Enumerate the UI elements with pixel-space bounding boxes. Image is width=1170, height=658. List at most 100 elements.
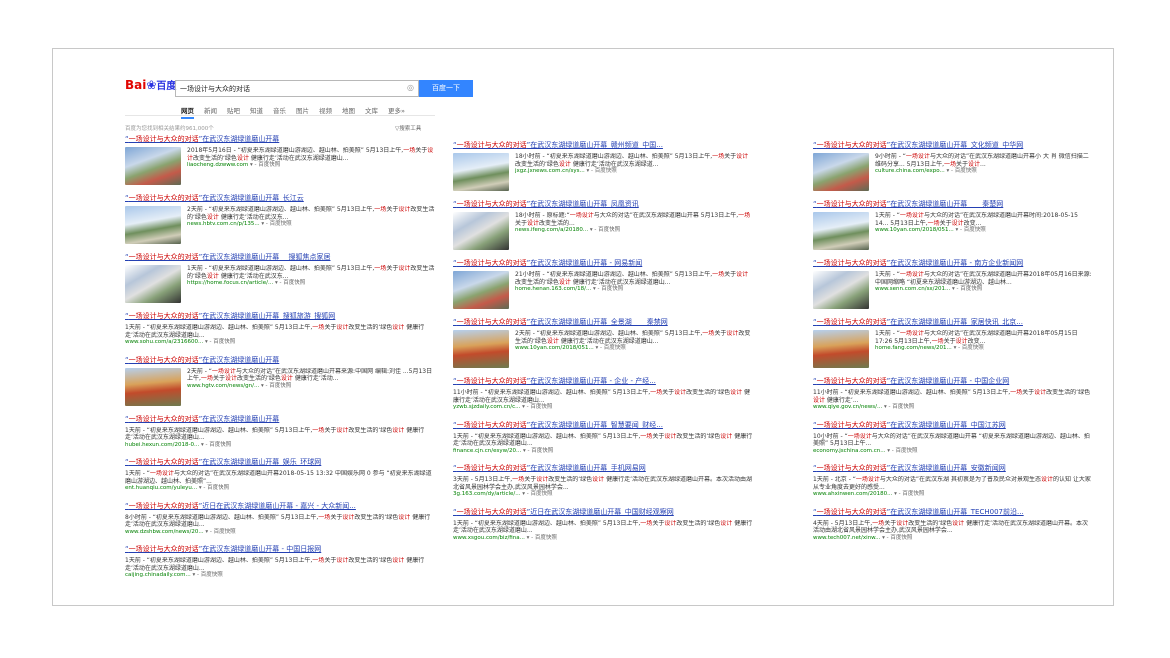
result-url[interactable]: caijing.chinadaily.com... ▾ - 百度快照	[125, 572, 435, 580]
result-title-link[interactable]: “一场设计与大众的对话”在武汉东湖绿道磨山开幕 - 南方企业新闻网	[813, 259, 1093, 268]
cache-link[interactable]: ▾ - 百度快照	[956, 227, 986, 233]
result-thumbnail[interactable]	[125, 265, 181, 303]
result-title-link[interactable]: “一场设计与大众的对话”在武汉东湖绿道磨山开幕_ _ _秦楚网	[813, 200, 1093, 209]
baidu-logo[interactable]: Bai❀百度	[125, 77, 176, 92]
result-title-link[interactable]: “一场设计与大众的对话”在武汉东湖绿道磨山开幕_凤凰资讯	[453, 200, 753, 209]
result-url[interactable]: yzwb.sjzdaily.com.cn/c... ▾ - 百度快照	[453, 404, 753, 412]
cache-link[interactable]: ▾ - 百度快照	[250, 162, 280, 168]
result-thumbnail[interactable]	[813, 330, 869, 368]
result-url[interactable]: jxgz.jxnews.com.cn/sys... ▾ - 百度快照	[515, 168, 753, 176]
result-url[interactable]: www.10yan.com/2018/051... ▾ - 百度快照	[515, 345, 753, 353]
cache-link[interactable]: ▾ - 百度快照	[590, 227, 620, 233]
result-title-link[interactable]: “一场设计与大众的对话”在武汉东湖绿道磨山开幕_TECH007前沿...	[813, 508, 1093, 517]
result-thumbnail[interactable]	[813, 212, 869, 250]
result-title-link[interactable]: “一场设计与大众的对话”在武汉东湖绿道磨山开幕_全景湖_ _ _秦禁网	[453, 318, 753, 327]
result-url[interactable]: www.sohu.com/a/2316600... ▾ - 百度快照	[125, 339, 435, 347]
result-url[interactable]: www.10yan.com/2018/051... ▾ - 百度快照	[875, 227, 1093, 235]
result-url[interactable]: economy.jschina.com.cn... ▾ - 百度快照	[813, 448, 1093, 456]
result-url[interactable]: www.hgtv.com/news/gn/... ▾ - 百度快照	[187, 383, 435, 391]
tab-7[interactable]: 地图	[342, 107, 355, 115]
result-thumbnail[interactable]	[453, 330, 509, 368]
result-title-link[interactable]: “一场设计与大众的对话”在武汉东湖绿道磨山开幕_赣州频道_中国...	[453, 141, 753, 150]
result-title-link[interactable]: “一场设计与大众的对话”在武汉东湖绿道磨山开幕_ _搜狐焦点家居	[125, 253, 435, 262]
result-title-link[interactable]: “一场设计与大众的对话”在武汉东湖绿道磨山开幕_长江云	[125, 194, 435, 203]
camera-icon[interactable]: ◎	[407, 83, 414, 92]
result-thumbnail[interactable]	[125, 147, 181, 185]
result-title-link[interactable]: “一场设计与大众的对话”在武汉东湖绿道磨山开幕 - 网易新闻	[453, 259, 753, 268]
result-title-link[interactable]: “一场设计与大众的对话”在武汉东湖绿道磨山开幕_安徽新闻网	[813, 464, 1093, 473]
result-title-link[interactable]: “一场设计与大众的对话”在武汉东湖绿道磨山开幕	[125, 415, 435, 424]
tab-4[interactable]: 音乐	[273, 107, 286, 115]
result-title-link[interactable]: “一场设计与大众的对话”近日在武汉东湖绿道磨山开幕_中国财经观察网	[453, 508, 753, 517]
result-title-link[interactable]: “一场设计与大众的对话”在武汉东湖绿道磨山开幕 - 企业 - 产经...	[453, 377, 753, 386]
result-thumbnail[interactable]	[813, 153, 869, 191]
tab-5[interactable]: 图片	[296, 107, 309, 115]
result-title-link[interactable]: “一场设计与大众的对话”在武汉东湖绿道磨山开幕	[125, 356, 435, 365]
tab-8[interactable]: 文库	[365, 107, 378, 115]
result-title-link[interactable]: “一场设计与大众的对话”在武汉东湖绿道磨山开幕 - 中国企业网	[813, 377, 1093, 386]
result-title-link[interactable]: “一场设计与大众的对话”在武汉东湖绿道磨山开幕_搜狐旅游_搜狐网	[125, 312, 435, 321]
result-url[interactable]: culture.china.com/expo... ▾ - 百度快照	[875, 168, 1093, 176]
result-title-link[interactable]: “一场设计与大众的对话”在武汉东湖绿道磨山开幕_中国江苏网	[813, 421, 1093, 430]
cache-link[interactable]: ▾ - 百度快照	[947, 168, 977, 174]
result-url[interactable]: news.hbtv.com.cn/p/135... ▾ - 百度快照	[187, 221, 435, 229]
result-url[interactable]: www.ahxinwen.com/20180... ▾ - 百度快照	[813, 491, 1093, 499]
cache-link[interactable]: ▾ - 百度快照	[199, 485, 229, 491]
cache-link[interactable]: ▾ - 百度快照	[275, 280, 305, 286]
result-thumbnail[interactable]	[453, 153, 509, 191]
cache-link[interactable]: ▾ - 百度快照	[954, 345, 984, 351]
result-url[interactable]: home.henan.163.com/18/... ▾ - 百度快照	[515, 286, 753, 294]
result-url[interactable]: 3g.163.com/dy/article/... ▾ - 百度快照	[453, 491, 753, 499]
result-title-link[interactable]: “一场设计与大众的对话”在武汉东湖绿道磨山开幕_家居快讯_北京...	[813, 318, 1093, 327]
result-title-link[interactable]: “一场设计与大众的对话”在武汉东湖绿道磨山开幕_手机网易网	[453, 464, 753, 473]
cache-link[interactable]: ▾ - 百度快照	[596, 345, 626, 351]
result-url[interactable]: www.xsgou.com/biz/fina... ▾ - 百度快照	[453, 535, 753, 543]
result-title-link[interactable]: “一场设计与大众的对话”在武汉东湖绿道磨山开幕 - 中国日报网	[125, 545, 435, 554]
tab-9[interactable]: 更多»	[388, 107, 405, 115]
cache-link[interactable]: ▾ - 百度快照	[201, 442, 231, 448]
cache-link[interactable]: ▾ - 百度快照	[884, 404, 914, 410]
result-title-link[interactable]: “一场设计与大众的对话”在武汉东湖绿道磨山开幕_文化频道_中华网	[813, 141, 1093, 150]
result-thumbnail[interactable]	[453, 271, 509, 309]
result-title-link[interactable]: “一场设计与大众的对话”在武汉东湖绿道磨山开幕_娱乐_环球网	[125, 458, 435, 467]
tab-6[interactable]: 视频	[319, 107, 332, 115]
cache-link[interactable]: ▾ - 百度快照	[887, 448, 917, 454]
cache-link[interactable]: ▾ - 百度快照	[205, 339, 235, 345]
tab-1[interactable]: 新闻	[204, 107, 217, 115]
result-url[interactable]: home.fang.com/news/201... ▾ - 百度快照	[875, 345, 1093, 353]
cache-link[interactable]: ▾ - 百度快照	[952, 286, 982, 292]
result-thumbnail[interactable]	[125, 206, 181, 244]
result-title-link[interactable]: “一场设计与大众的对话”在武汉东湖绿道磨山开幕	[125, 135, 435, 144]
cache-link[interactable]: ▾ - 百度快照	[523, 448, 553, 454]
cache-link[interactable]: ▾ - 百度快照	[522, 404, 552, 410]
cache-link[interactable]: ▾ - 百度快照	[527, 535, 557, 541]
result-url[interactable]: hubei.hexun.com/2018-0... ▾ - 百度快照	[125, 442, 435, 450]
cache-link[interactable]: ▾ - 百度快照	[593, 286, 623, 292]
cache-link[interactable]: ▾ - 百度快照	[587, 168, 617, 174]
tab-0[interactable]: 网页	[181, 107, 194, 119]
search-button[interactable]: 百度一下	[419, 80, 473, 97]
result-url[interactable]: news.ifeng.com/a/20180... ▾ - 百度快照	[515, 227, 753, 235]
search-tools-link[interactable]: ▽搜索工具	[395, 124, 421, 132]
result-thumbnail[interactable]	[125, 367, 181, 406]
result-url[interactable]: www.senn.com.cn/sx/201... ▾ - 百度快照	[875, 286, 1093, 294]
cache-link[interactable]: ▾ - 百度快照	[261, 221, 291, 227]
result-url[interactable]: www.dzshbw.com/news/20... ▾ - 百度快照	[125, 529, 435, 537]
result-url[interactable]: ent.huanqiu.com/yuleyu... ▾ - 百度快照	[125, 485, 435, 493]
result-url[interactable]: finance.cjn.cn/esyw/20... ▾ - 百度快照	[453, 448, 753, 456]
result-title-link[interactable]: “一场设计与大众的对话”在武汉东湖绿道磨山开幕_智慧要闻_财经...	[453, 421, 753, 430]
cache-link[interactable]: ▾ - 百度快照	[192, 572, 222, 578]
cache-link[interactable]: ▾ - 百度快照	[522, 491, 552, 497]
result-url[interactable]: liaocheng.dzwww.com ▾ - 百度快照	[187, 162, 435, 170]
result-url[interactable]: www.qiye.gov.cn/news/... ▾ - 百度快照	[813, 404, 1093, 412]
search-input[interactable]: 一场设计与大众的对话 ◎	[175, 80, 419, 97]
cache-link[interactable]: ▾ - 百度快照	[205, 529, 235, 535]
result-title-link[interactable]: “一场设计与大众的对话”近日在武汉东湖绿道磨山开幕 - 嘉兴 - 大众新闻...	[125, 502, 435, 511]
result-url[interactable]: www.tech007.net/xinw... ▾ - 百度快照	[813, 535, 1093, 543]
cache-link[interactable]: ▾ - 百度快照	[882, 535, 912, 541]
cache-link[interactable]: ▾ - 百度快照	[261, 383, 291, 389]
result-url[interactable]: https://home.focus.cn/article/... ▾ - 百度…	[187, 280, 435, 288]
result-thumbnail[interactable]	[813, 271, 869, 309]
result-thumbnail[interactable]	[453, 212, 509, 250]
tab-3[interactable]: 知道	[250, 107, 263, 115]
